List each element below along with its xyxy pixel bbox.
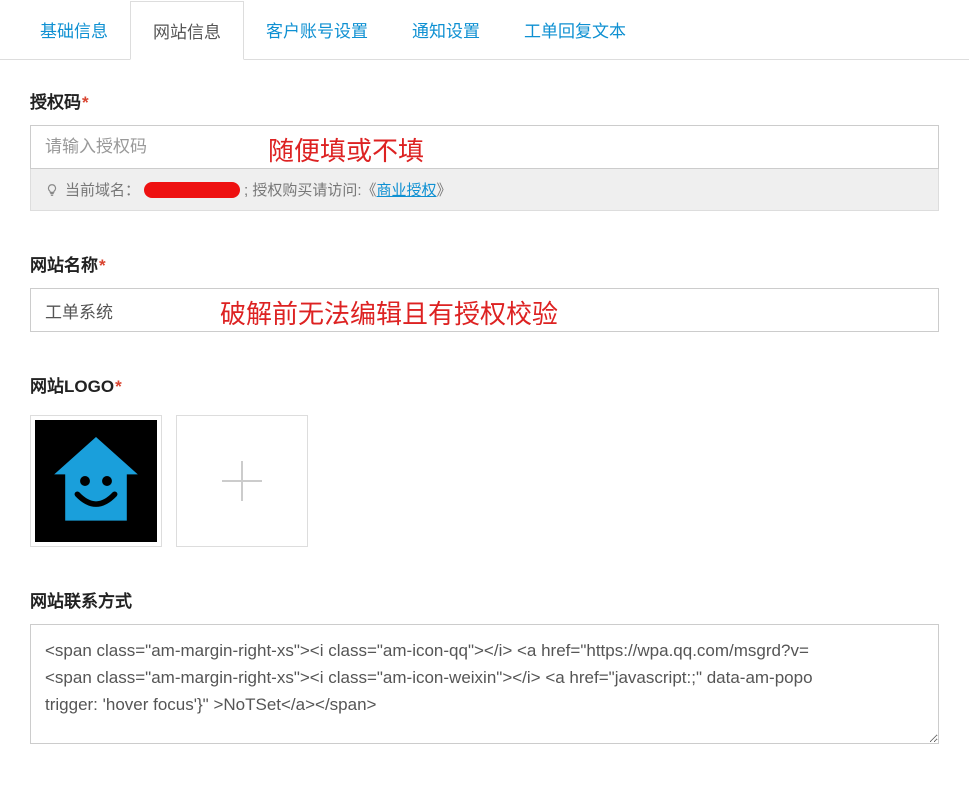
- hint-close-bracket: 》: [437, 179, 452, 200]
- plus-icon: [222, 461, 262, 501]
- required-mark: *: [99, 256, 106, 275]
- field-site-name: 网站名称* 破解前无法编辑且有授权校验: [30, 251, 939, 332]
- tab-basic-info[interactable]: 基础信息: [18, 1, 130, 60]
- site-name-input[interactable]: [30, 288, 939, 332]
- site-logo-label: 网站LOGO*: [30, 372, 939, 397]
- hint-buy-text: ; 授权购买请访问:《: [244, 179, 377, 200]
- auth-hint-bar: 当前域名： ; 授权购买请访问:《 商业授权 》: [30, 169, 939, 211]
- field-contact: 网站联系方式: [30, 587, 939, 749]
- logo-preview[interactable]: [30, 415, 162, 547]
- auth-code-label-text: 授权码: [30, 93, 81, 112]
- redacted-domain: [144, 182, 240, 198]
- auth-code-label: 授权码*: [30, 88, 939, 113]
- tab-site-info[interactable]: 网站信息: [130, 1, 244, 60]
- site-logo-label-text: 网站LOGO: [30, 377, 114, 396]
- lightbulb-icon: [45, 183, 59, 197]
- site-name-label: 网站名称*: [30, 251, 939, 276]
- tabs-nav: 基础信息 网站信息 客户账号设置 通知设置 工单回复文本: [0, 0, 969, 60]
- logo-image: [35, 420, 157, 542]
- tab-customer-account[interactable]: 客户账号设置: [244, 1, 390, 60]
- tab-notification[interactable]: 通知设置: [390, 1, 502, 60]
- tab-ticket-reply[interactable]: 工单回复文本: [502, 1, 648, 60]
- required-mark: *: [82, 93, 89, 112]
- contact-label: 网站联系方式: [30, 587, 939, 612]
- auth-code-input[interactable]: [30, 125, 939, 169]
- hint-domain-prefix: 当前域名：: [65, 179, 140, 200]
- site-name-label-text: 网站名称: [30, 256, 98, 275]
- required-mark: *: [115, 377, 122, 396]
- commercial-auth-link[interactable]: 商业授权: [377, 179, 437, 200]
- field-auth-code: 授权码* 随便填或不填 当前域名： ; 授权购买请访问:《 商业授权 》: [30, 88, 939, 211]
- contact-textarea[interactable]: [30, 624, 939, 744]
- logo-upload-button[interactable]: [176, 415, 308, 547]
- tab-content: 授权码* 随便填或不填 当前域名： ; 授权购买请访问:《 商业授权 》 网站名…: [0, 60, 969, 779]
- field-site-logo: 网站LOGO*: [30, 372, 939, 547]
